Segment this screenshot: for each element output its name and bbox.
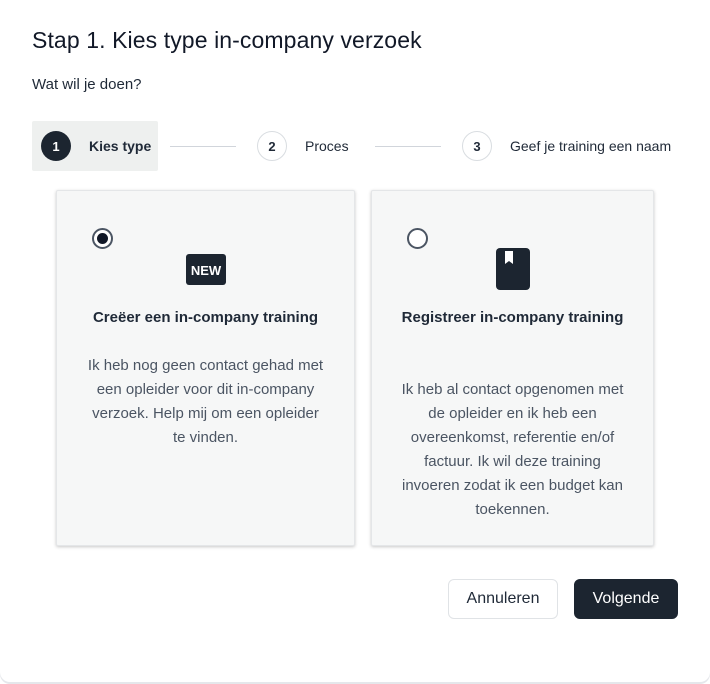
step-connector (170, 146, 236, 147)
step-1-label: Kies type (89, 138, 152, 154)
dialog-subtitle: Wat wil je doen? (32, 76, 142, 93)
step-2: 2 Proces (257, 121, 349, 171)
option-description: Ik heb nog geen contact gehad met een op… (87, 357, 324, 446)
option-description: Ik heb al contact opgenomen met de oplei… (401, 381, 624, 518)
option-card-register-training[interactable]: Registreer in-company training Ik heb al… (371, 190, 654, 546)
step-1: 1 Kies type (32, 121, 158, 171)
radio-create-training[interactable] (92, 228, 113, 249)
bookmark-book-icon (496, 248, 530, 295)
radio-register-training[interactable] (407, 228, 428, 249)
option-title: Creëer een in-company training (92, 309, 319, 326)
step-3: 3 Geef je training een naam (462, 121, 671, 171)
step-connector (375, 146, 441, 147)
step-3-label: Geef je training een naam (510, 138, 672, 154)
step-2-number: 2 (257, 131, 287, 161)
option-card-create-training[interactable]: NEW Creëer een in-company training Ik he… (56, 190, 355, 546)
step-1-number: 1 (41, 131, 71, 161)
cancel-button[interactable]: Annuleren (448, 579, 558, 619)
svg-text:NEW: NEW (191, 263, 222, 278)
next-button[interactable]: Volgende (574, 579, 678, 619)
new-badge-icon: NEW (186, 254, 226, 290)
stepper: 1 Kies type 2 Proces 3 Geef je training … (32, 121, 682, 171)
step-3-number: 3 (462, 131, 492, 161)
create-in-company-dialog: Stap 1. Kies type in-company verzoek Wat… (0, 0, 710, 684)
step-2-label: Proces (305, 138, 349, 154)
option-title: Registreer in-company training (401, 309, 624, 326)
dialog-title: Stap 1. Kies type in-company verzoek (32, 27, 422, 53)
